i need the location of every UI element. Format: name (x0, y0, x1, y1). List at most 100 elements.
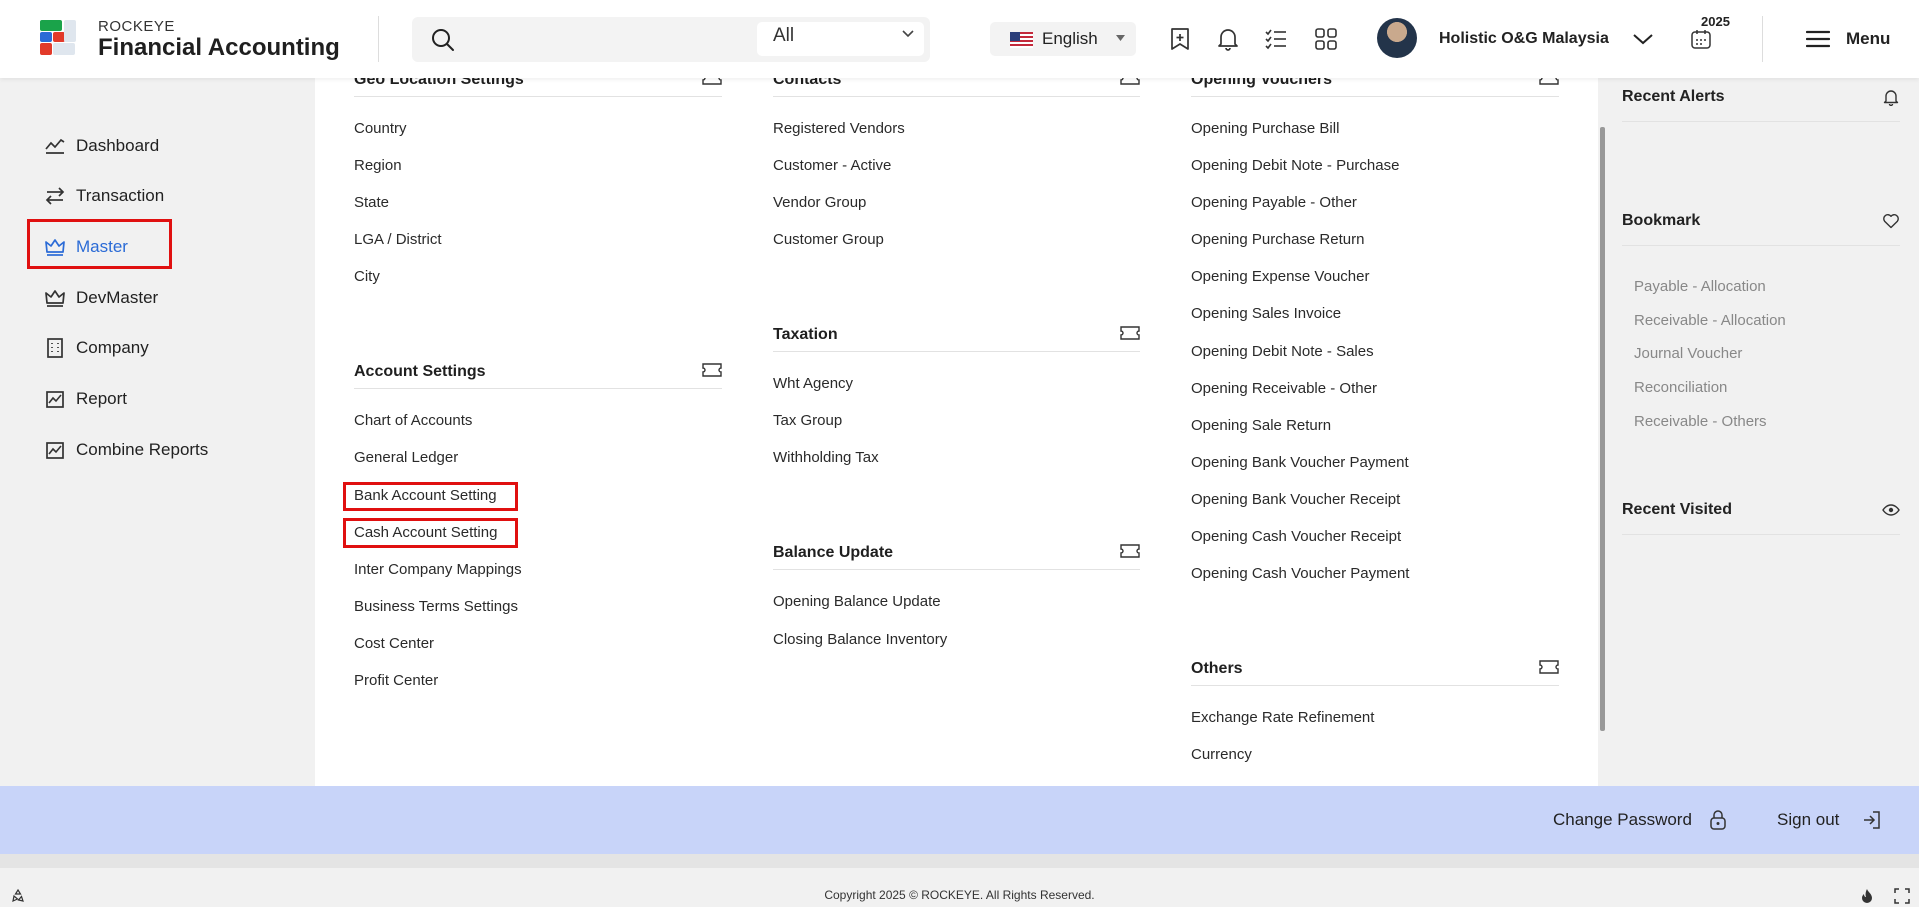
section-title: Opening Vouchers (1191, 78, 1333, 88)
menu-link[interactable]: Opening Debit Note - Sales (1191, 343, 1374, 360)
heart-icon[interactable] (1882, 212, 1900, 230)
menu-link[interactable]: Tax Group (773, 412, 842, 429)
bell-icon[interactable] (1882, 88, 1900, 106)
section-others: Others (1191, 660, 1559, 686)
chevron-down-icon[interactable] (902, 30, 914, 38)
nav-item-transaction[interactable]: Transaction (44, 181, 164, 211)
menu-link[interactable]: Opening Bank Voucher Receipt (1191, 491, 1400, 508)
ticket-icon[interactable] (1539, 78, 1559, 85)
bell-icon[interactable] (1215, 26, 1241, 52)
report-chart-icon (46, 391, 64, 408)
nav-item-devmaster[interactable]: DevMaster (44, 283, 158, 313)
nav-label: Company (76, 338, 149, 357)
menu-link[interactable]: Vendor Group (773, 194, 866, 211)
menu-link[interactable]: Cash Account Setting (354, 524, 497, 541)
section-title: Recent Visited (1622, 501, 1732, 518)
menu-link[interactable]: Opening Sales Invoice (1191, 305, 1341, 322)
menu-link[interactable]: Opening Purchase Return (1191, 231, 1364, 248)
bookmark-link[interactable]: Journal Voucher (1634, 345, 1742, 362)
menu-link[interactable]: Opening Debit Note - Purchase (1191, 157, 1399, 174)
menu-link[interactable]: Cost Center (354, 635, 434, 652)
section-contacts: Contacts (773, 78, 1140, 97)
calendar-icon[interactable] (1690, 28, 1712, 50)
bookmark-link[interactable]: Reconciliation (1634, 379, 1727, 396)
nav-item-master[interactable]: Master (44, 232, 128, 262)
menu-link[interactable]: Currency (1191, 746, 1252, 763)
fullscreen-icon[interactable] (1894, 888, 1910, 904)
nav-item-dashboard[interactable]: Dashboard (44, 131, 159, 161)
ticket-icon[interactable] (1120, 326, 1140, 340)
menu-link[interactable]: Opening Balance Update (773, 593, 941, 610)
menu-link[interactable]: Business Terms Settings (354, 598, 518, 615)
bookmark-link[interactable]: Payable - Allocation (1634, 278, 1766, 295)
ticket-icon[interactable] (1120, 544, 1140, 558)
menu-link[interactable]: Customer Group (773, 231, 884, 248)
menu-link[interactable]: State (354, 194, 389, 211)
menu-link[interactable]: Closing Balance Inventory (773, 631, 947, 648)
menu-link[interactable]: Chart of Accounts (354, 412, 472, 429)
menu-link[interactable]: Country (354, 120, 407, 137)
hamburger-menu-icon[interactable] (1806, 29, 1830, 49)
fiscal-year-badge[interactable]: 2025 (1698, 14, 1733, 29)
menu-link[interactable]: Opening Purchase Bill (1191, 120, 1339, 137)
nav-item-company[interactable]: Company (44, 333, 149, 363)
menu-link[interactable]: Opening Bank Voucher Payment (1191, 454, 1409, 471)
menu-link[interactable]: Wht Agency (773, 375, 853, 392)
header-divider (378, 16, 379, 62)
section-geo-location: Geo Location Settings (354, 78, 722, 97)
menu-link[interactable]: Region (354, 157, 402, 174)
menu-link[interactable]: LGA / District (354, 231, 442, 248)
bookmark-header: Bookmark (1622, 202, 1900, 246)
ticket-icon[interactable] (702, 363, 722, 377)
caret-down-icon[interactable] (1116, 35, 1125, 41)
app-title: Financial Accounting (98, 34, 340, 61)
menu-link[interactable]: Opening Payable - Other (1191, 194, 1357, 211)
sign-out-link[interactable]: Sign out (1777, 810, 1839, 830)
section-title: Others (1191, 660, 1243, 677)
menu-button[interactable]: Menu (1846, 29, 1890, 49)
search-icon[interactable] (430, 27, 456, 53)
apps-grid-icon[interactable] (1313, 26, 1339, 52)
ticket-icon[interactable] (1120, 78, 1140, 85)
bookmark-link[interactable]: Receivable - Allocation (1634, 312, 1786, 329)
menu-link[interactable]: Opening Cash Voucher Receipt (1191, 528, 1401, 545)
menu-link[interactable]: Withholding Tax (773, 449, 879, 466)
search-input[interactable] (470, 25, 760, 55)
menu-link[interactable]: Customer - Active (773, 157, 891, 174)
menu-link[interactable]: Opening Expense Voucher (1191, 268, 1369, 285)
sign-out-icon[interactable] (1861, 809, 1883, 831)
menu-link[interactable]: Opening Sale Return (1191, 417, 1331, 434)
chart-line-icon (45, 138, 65, 154)
checklist-icon[interactable] (1263, 26, 1289, 52)
eye-icon[interactable] (1882, 501, 1900, 519)
chevron-down-icon[interactable] (1632, 30, 1654, 48)
ticket-icon[interactable] (702, 78, 722, 85)
menu-link[interactable]: Profit Center (354, 672, 438, 689)
company-name[interactable]: Holistic O&G Malaysia (1439, 30, 1609, 48)
section-title: Bookmark (1622, 212, 1701, 229)
ticket-icon[interactable] (1539, 660, 1559, 674)
lock-icon[interactable] (1707, 809, 1729, 831)
menu-link[interactable]: Opening Cash Voucher Payment (1191, 565, 1409, 582)
bookmark-add-icon[interactable] (1167, 26, 1193, 52)
fire-icon[interactable] (1859, 888, 1875, 904)
section-account-settings: Account Settings (354, 363, 722, 389)
change-password-link[interactable]: Change Password (1553, 810, 1692, 830)
scrollbar-thumb[interactable] (1600, 127, 1605, 731)
bookmark-link[interactable]: Receivable - Others (1634, 413, 1767, 430)
menu-link[interactable]: Exchange Rate Refinement (1191, 709, 1374, 726)
rockeye-logo-icon[interactable] (38, 18, 78, 60)
menu-link[interactable]: General Ledger (354, 449, 458, 466)
menu-link[interactable]: Bank Account Setting (354, 487, 497, 504)
menu-link[interactable]: Opening Receivable - Other (1191, 380, 1377, 397)
avatar[interactable] (1377, 18, 1417, 58)
footer-shadow (0, 854, 1919, 868)
section-title: Geo Location Settings (354, 78, 524, 88)
menu-link[interactable]: Inter Company Mappings (354, 561, 522, 578)
menu-link[interactable]: City (354, 268, 380, 285)
nav-item-report[interactable]: Report (44, 384, 127, 414)
menu-link[interactable]: Registered Vendors (773, 120, 905, 137)
nav-item-combine-reports[interactable]: Combine Reports (44, 435, 208, 465)
search-scope-value: All (773, 25, 795, 46)
section-title: Account Settings (354, 363, 486, 380)
